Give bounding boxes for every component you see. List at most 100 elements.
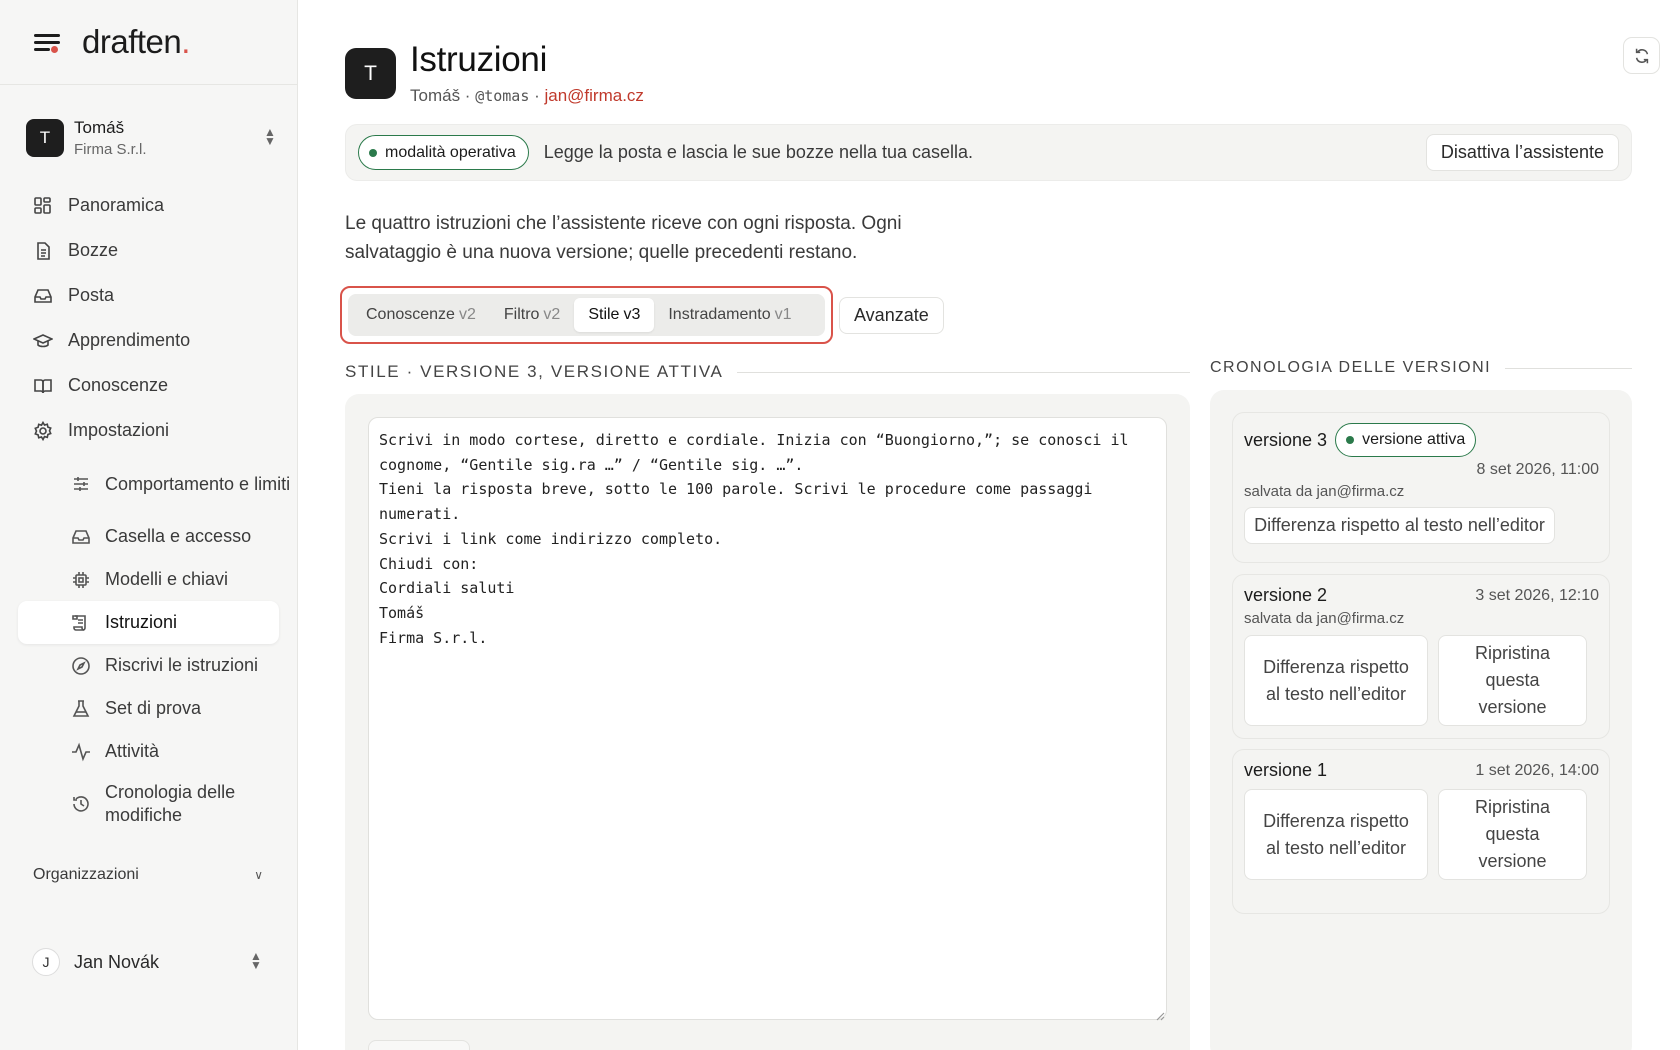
intro-text: Le quattro istruzioni che l’assistente r… bbox=[345, 213, 902, 263]
brand-row: draften. bbox=[0, 0, 297, 85]
subnav-label: Comportamento e limiti bbox=[105, 473, 291, 494]
tab-stile[interactable]: Stile v3 bbox=[574, 298, 655, 332]
subnav-item-istruzioni[interactable]: Istruzioni bbox=[18, 601, 279, 644]
nav-item-conoscenze[interactable]: Conoscenze bbox=[0, 363, 297, 408]
tab-conoscenze[interactable]: Conoscenze v2 bbox=[352, 298, 490, 332]
nav-item-posta[interactable]: Posta bbox=[0, 273, 297, 318]
status-badge-label: modalità operativa bbox=[385, 143, 516, 161]
subnav-item-casella[interactable]: Casella e accesso bbox=[0, 515, 297, 558]
restore-version-button[interactable]: Ripristina questa versione bbox=[1438, 635, 1587, 726]
subnav-item-cronologia[interactable]: Cronologia delle modifiche bbox=[0, 773, 297, 835]
org-switcher-company: Firma S.r.l. bbox=[74, 141, 147, 158]
version-history-panel: versione 3 versione attiva 8 set 2026, 1… bbox=[1210, 390, 1632, 1050]
sidebar: draften. T Tomáš Firma S.r.l. ▲ ▼ Panoram… bbox=[0, 0, 298, 1050]
nav-item-impostazioni[interactable]: Impostazioni bbox=[0, 408, 297, 453]
version-card: versione 3 versione attiva 8 set 2026, 1… bbox=[1232, 412, 1610, 563]
tab-label: Filtro bbox=[503, 306, 540, 323]
tab-version: v2 bbox=[458, 306, 476, 323]
flask-icon bbox=[70, 698, 92, 720]
version-saved-by: salvata da jan@firma.cz bbox=[1244, 483, 1405, 500]
subnav-label: Attività bbox=[105, 741, 160, 761]
chevron-updown-icon: ▲ ▼ bbox=[264, 125, 276, 148]
editor-heading-label: STILE · VERSIONE 3, VERSIONE ATTIVA bbox=[345, 362, 724, 381]
menu-icon[interactable] bbox=[34, 32, 60, 53]
subnav-item-riscrivi[interactable]: Riscrivi le istruzioni bbox=[0, 644, 297, 687]
subnav-item-comportamento[interactable]: Comportamento e limiti bbox=[0, 453, 297, 515]
assistant-name: Tomáš bbox=[410, 86, 461, 105]
inbox-icon bbox=[32, 285, 54, 307]
active-version-badge: versione attiva bbox=[1335, 423, 1477, 457]
document-icon bbox=[32, 240, 54, 262]
refresh-button[interactable] bbox=[1623, 37, 1660, 74]
version-title: versione 1 bbox=[1244, 760, 1328, 780]
status-dot-icon bbox=[1346, 436, 1355, 444]
nav-item-bozze[interactable]: Bozze bbox=[0, 228, 297, 273]
page-title: Istruzioni bbox=[410, 40, 548, 79]
org-avatar: T bbox=[26, 119, 64, 157]
version-card: versione 2 3 set 2026, 12:10 salvata da … bbox=[1232, 574, 1610, 739]
gear-icon bbox=[32, 420, 54, 442]
chevron-down-icon: ∨ bbox=[254, 868, 263, 882]
nav-item-apprendimento[interactable]: Apprendimento bbox=[0, 318, 297, 363]
diff-button[interactable]: Differenza rispetto al testo nell’editor bbox=[1244, 789, 1428, 880]
resize-handle-icon[interactable] bbox=[1155, 1008, 1165, 1021]
tab-instradamento[interactable]: Instradamento v1 bbox=[654, 298, 805, 332]
nav-label: Impostazioni bbox=[68, 420, 170, 440]
nav-label: Apprendimento bbox=[68, 330, 191, 350]
nav-item-panoramica[interactable]: Panoramica bbox=[0, 183, 297, 228]
nav-label: Conoscenze bbox=[68, 375, 169, 395]
inbox-icon bbox=[70, 526, 92, 548]
tab-label: Conoscenze bbox=[366, 306, 455, 323]
main-nav: Panoramica Bozze Posta Apprendimento Con… bbox=[0, 183, 297, 835]
subnav-item-modelli[interactable]: Modelli e chiavi bbox=[0, 558, 297, 601]
assistant-avatar: T bbox=[345, 48, 396, 99]
tab-label: Stile bbox=[588, 306, 620, 323]
subnav-item-set-di-prova[interactable]: Set di prova bbox=[0, 687, 297, 730]
save-button[interactable] bbox=[368, 1040, 470, 1050]
instruction-editor[interactable]: Scrivi in modo cortese, diretto e cordia… bbox=[368, 417, 1167, 1020]
subnav-item-attivita[interactable]: Attività bbox=[0, 730, 297, 773]
history-heading: CRONOLOGIA DELLE VERSIONI bbox=[1210, 359, 1632, 377]
tab-version: v2 bbox=[543, 306, 561, 323]
subnav-label: Set di prova bbox=[105, 698, 202, 718]
subnav-label: Istruzioni bbox=[105, 612, 178, 632]
editor-heading: STILE · VERSIONE 3, VERSIONE ATTIVA bbox=[345, 362, 1190, 382]
version-title: versione 3 bbox=[1244, 429, 1328, 450]
diff-button[interactable]: Differenza rispetto al testo nell’editor bbox=[1244, 507, 1555, 544]
version-date: 3 set 2026, 12:10 bbox=[1475, 586, 1599, 604]
organizations-label: Organizzazioni bbox=[33, 866, 139, 883]
org-switcher[interactable]: T Tomáš Firma S.r.l. ▲ ▼ bbox=[26, 113, 277, 163]
book-icon bbox=[32, 375, 54, 397]
main-content: T Istruzioni Tomáš · @tomas · jan@firma.… bbox=[298, 0, 1680, 1050]
subnav-label: Cronologia delle modifiche bbox=[105, 782, 236, 825]
subnav-label: Casella e accesso bbox=[105, 526, 252, 546]
dashboard-icon bbox=[32, 195, 54, 217]
version-date: 1 set 2026, 14:00 bbox=[1475, 761, 1599, 779]
advanced-button[interactable]: Avanzate bbox=[839, 297, 944, 334]
organizations-toggle[interactable]: Organizzazioni ∨ bbox=[0, 855, 297, 895]
subnav-label: Modelli e chiavi bbox=[105, 569, 229, 589]
active-version-label: versione attiva bbox=[1362, 431, 1466, 448]
brand-logo[interactable]: draften. bbox=[82, 23, 190, 61]
version-date: 8 set 2026, 11:00 bbox=[1476, 461, 1599, 478]
assistant-email[interactable]: jan@firma.cz bbox=[544, 86, 643, 105]
tab-version: v1 bbox=[774, 306, 792, 323]
assistant-handle: @tomas bbox=[475, 87, 530, 105]
deactivate-assistant-button[interactable]: Disattiva l’assistente bbox=[1425, 134, 1619, 171]
graduation-cap-icon bbox=[32, 330, 54, 352]
refresh-icon bbox=[1635, 48, 1648, 63]
editor-panel: Scrivi in modo cortese, diretto e cordia… bbox=[345, 394, 1190, 1050]
diff-button[interactable]: Differenza rispetto al testo nell’editor bbox=[1244, 635, 1428, 726]
version-title: versione 2 bbox=[1244, 585, 1328, 605]
user-avatar: J bbox=[32, 948, 60, 976]
tab-label: Instradamento bbox=[668, 306, 771, 323]
status-dot-icon bbox=[369, 148, 377, 157]
user-menu[interactable]: J Jan Novák ▲ ▼ bbox=[32, 942, 263, 982]
user-name: Jan Novák bbox=[74, 951, 160, 972]
history-icon bbox=[70, 793, 92, 815]
sliders-icon bbox=[70, 473, 92, 495]
restore-version-button[interactable]: Ripristina questa versione bbox=[1438, 789, 1587, 880]
scroll-icon bbox=[70, 612, 92, 634]
tab-filtro[interactable]: Filtro v2 bbox=[490, 298, 574, 332]
nav-label: Panoramica bbox=[68, 195, 165, 215]
